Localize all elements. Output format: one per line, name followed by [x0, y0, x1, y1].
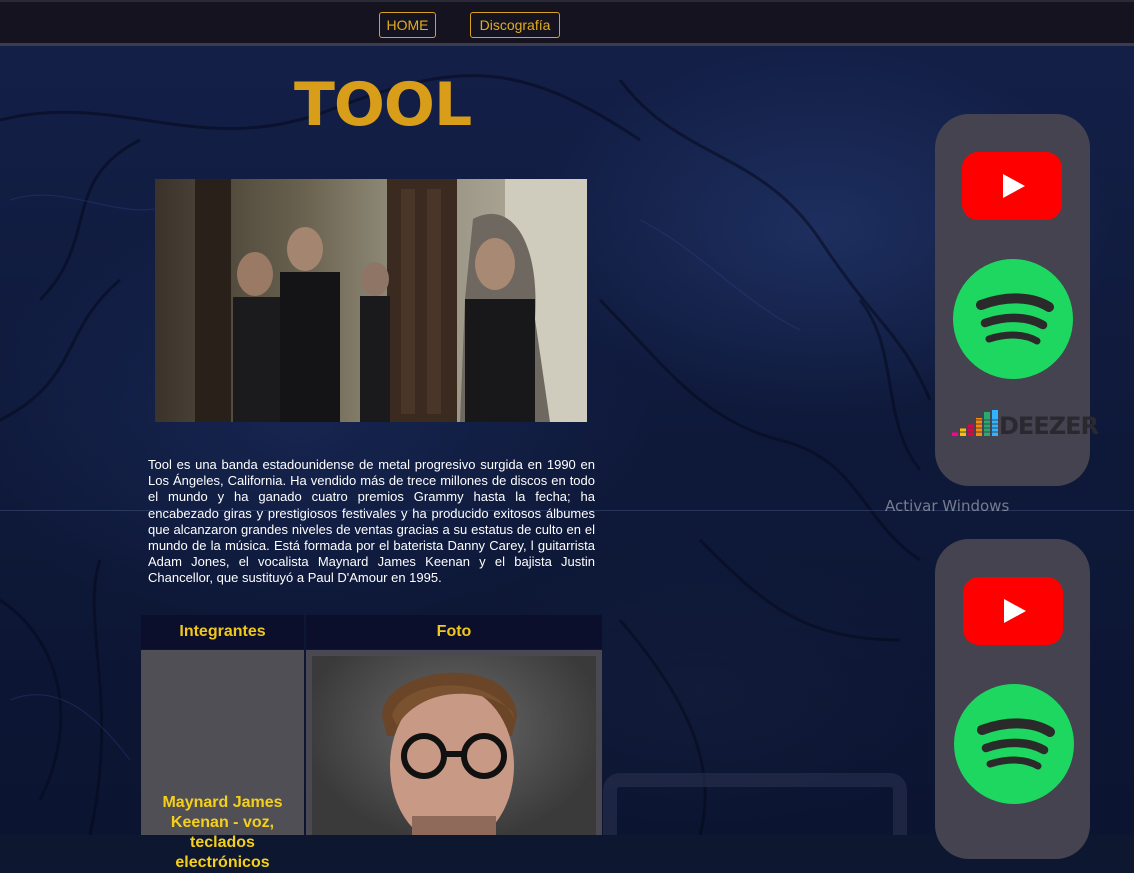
table-row-name-cell: Maynard James Keenan - voz, teclados ele… — [141, 650, 304, 871]
streaming-panel-2 — [935, 539, 1090, 859]
streaming-panel: DEEZER — [935, 114, 1099, 486]
deezer-icon[interactable]: DEEZER — [952, 410, 1099, 440]
spotify-icon[interactable] — [954, 684, 1074, 804]
band-description: Tool es una banda estadounidense de meta… — [148, 457, 595, 586]
spotify-icon[interactable] — [953, 259, 1073, 379]
nav-discography-button[interactable]: Discografía — [470, 12, 560, 38]
os-activation-watermark: Activar Windows — [885, 497, 1010, 515]
header-members: Integrantes — [141, 615, 304, 649]
member-photo — [312, 656, 596, 835]
youtube-icon[interactable] — [962, 152, 1062, 220]
table-row-photo-cell — [306, 650, 602, 835]
top-navbar: HOME Discografía — [0, 0, 1134, 46]
header-photo: Foto — [306, 615, 602, 649]
band-photo — [155, 179, 587, 422]
youtube-icon[interactable] — [963, 577, 1063, 645]
member-name: Maynard James Keenan - voz, teclados ele… — [162, 794, 283, 871]
members-table: Integrantes Foto Maynard James Keenan - … — [141, 615, 602, 871]
deezer-label: DEEZER — [999, 412, 1099, 440]
nav-home-button[interactable]: HOME — [379, 12, 436, 38]
page-title: TOOL — [294, 70, 472, 140]
